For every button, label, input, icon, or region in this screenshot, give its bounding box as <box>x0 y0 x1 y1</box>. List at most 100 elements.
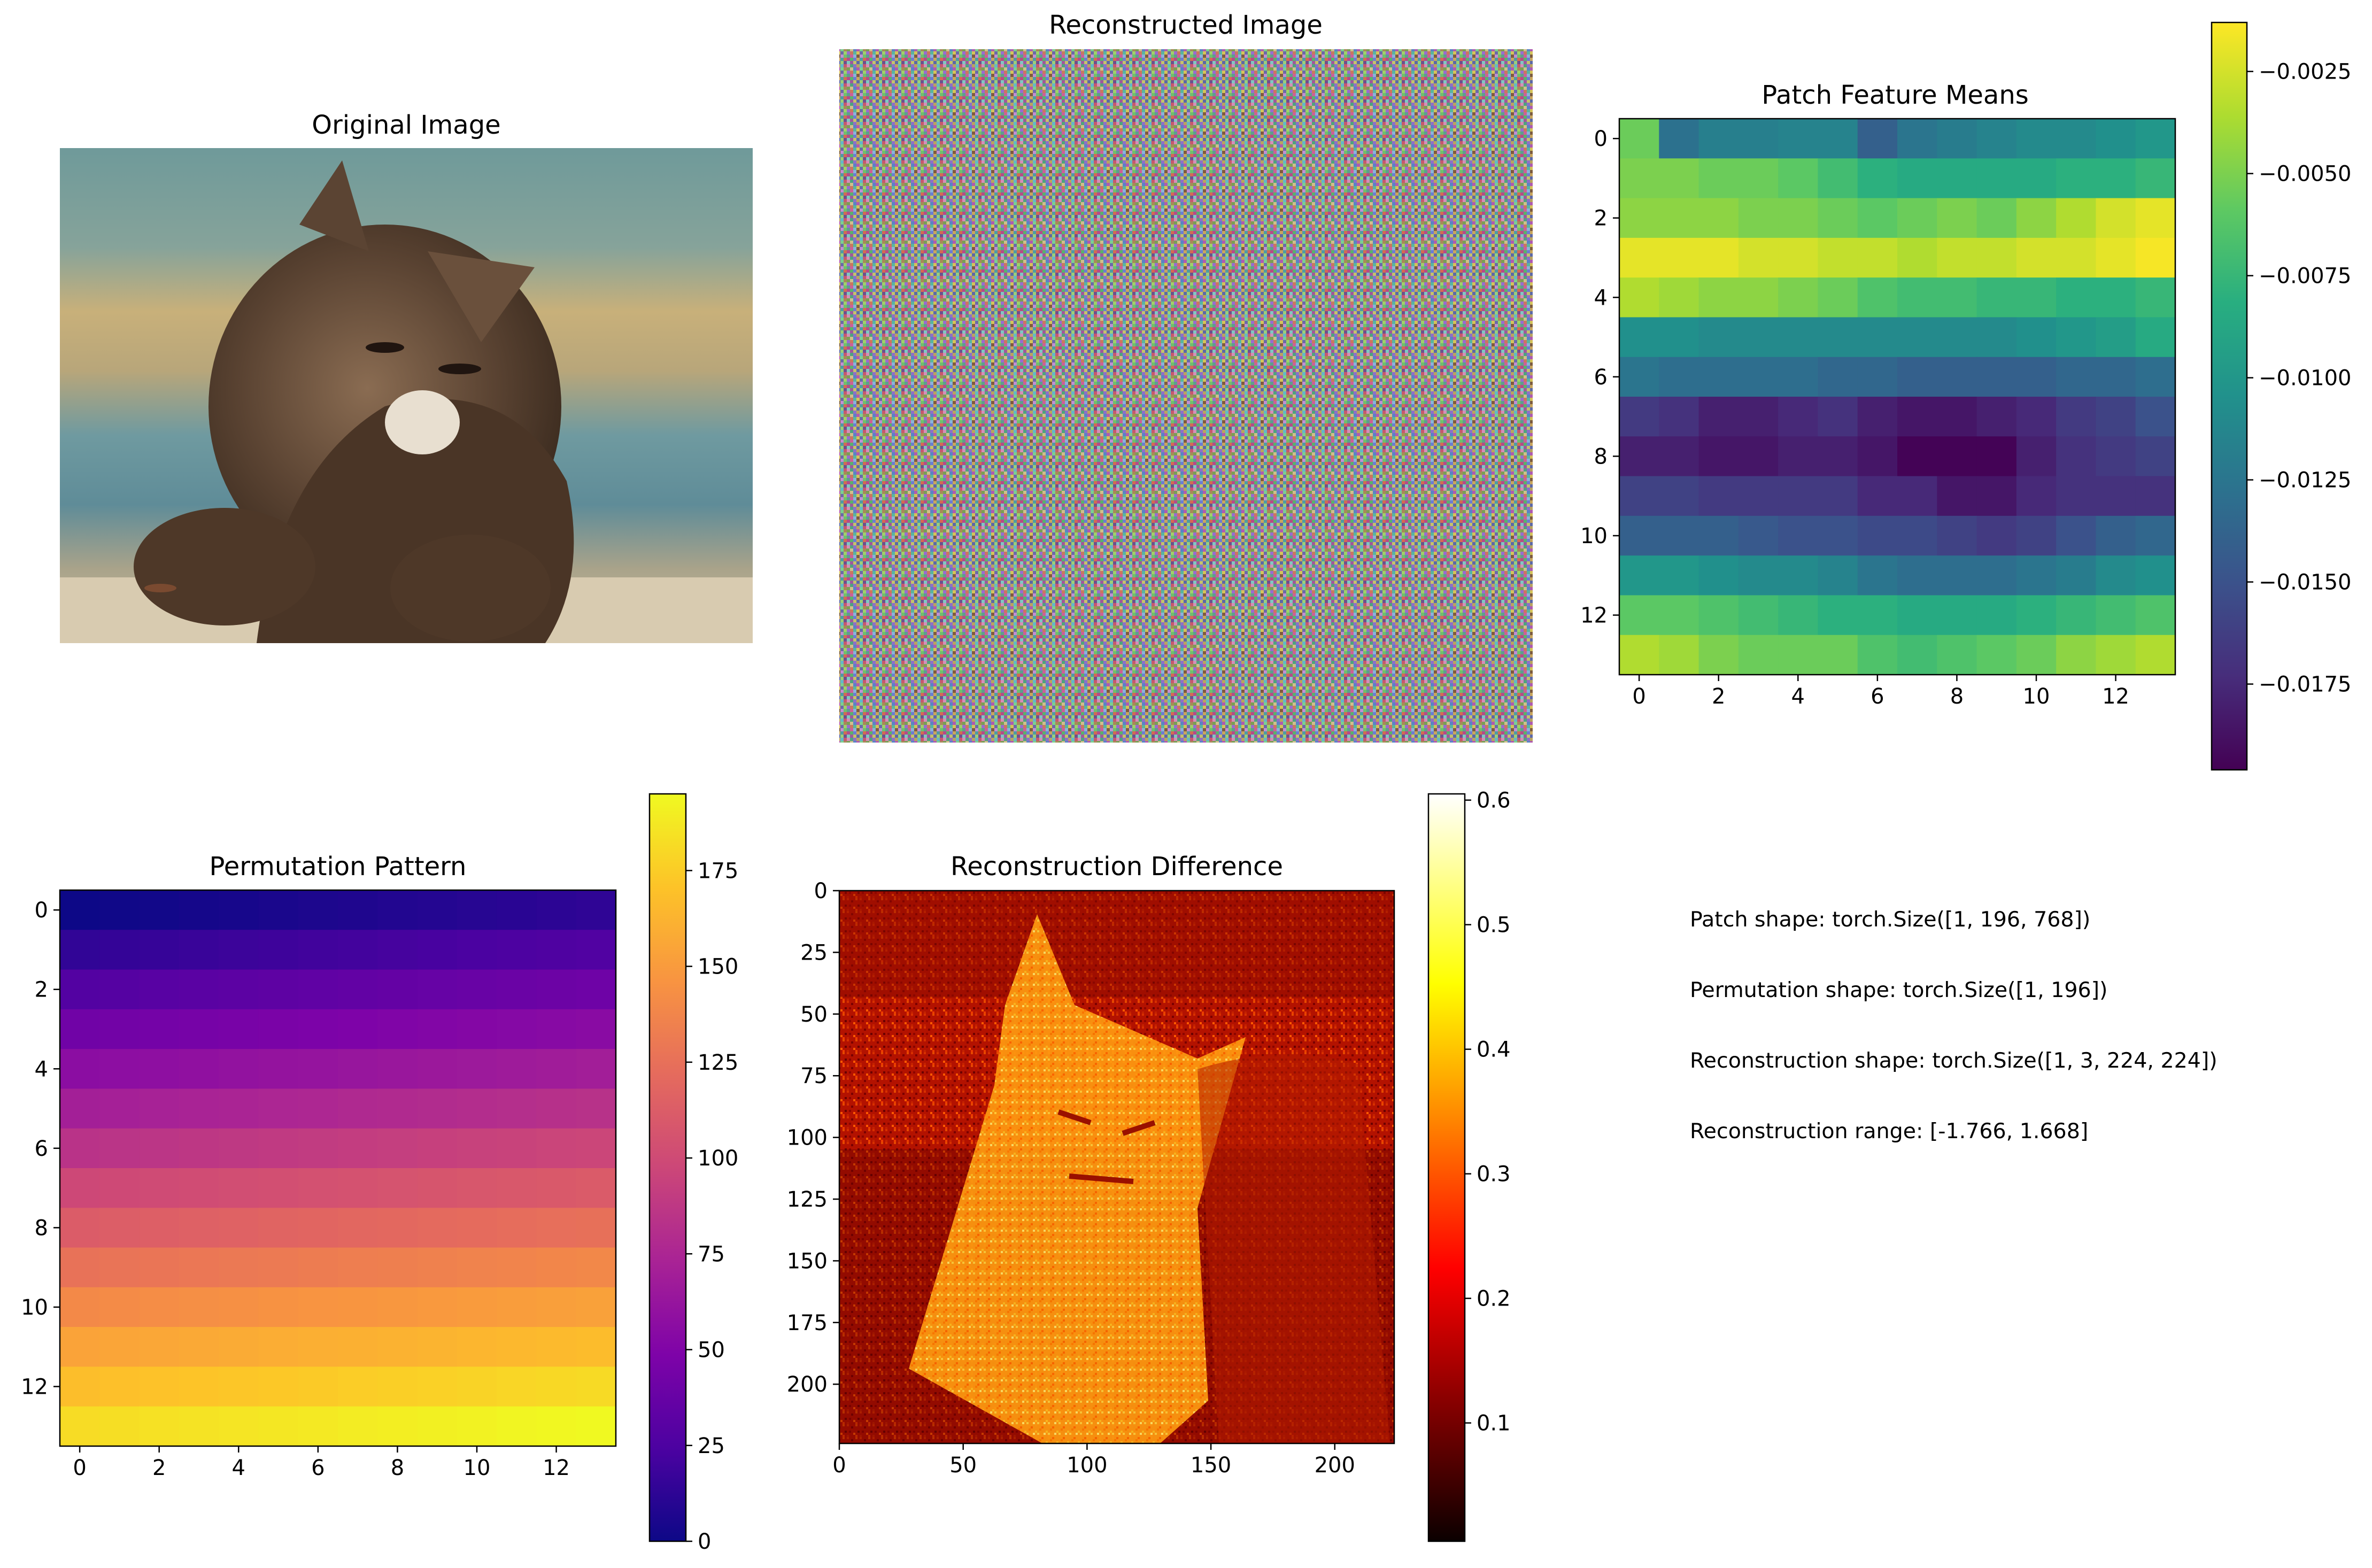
patch-means-cell <box>1738 198 1779 238</box>
reconstructed-image-panel: Reconstructed Image <box>839 10 1533 743</box>
patch-means-cell <box>1897 555 1937 596</box>
permutation-cell <box>576 1208 616 1248</box>
permutation-cell <box>576 1088 616 1129</box>
patch-means-cell <box>1897 198 1937 238</box>
permutation-cell <box>99 969 140 1010</box>
patch-means-cell <box>1698 277 1739 318</box>
patch-means-cell <box>1659 277 1699 318</box>
patch-means-cell <box>2016 397 2057 437</box>
patch-means-cell <box>1976 555 2017 596</box>
patch-means-cell <box>1897 158 1937 199</box>
permutation-cell <box>298 1049 338 1090</box>
permutation-cell <box>377 1327 418 1368</box>
permutation-cell <box>338 1287 378 1327</box>
permutation-cell <box>258 1247 299 1288</box>
patch-means-cell <box>1778 476 1819 516</box>
patch-means-cell <box>2135 595 2176 636</box>
patch-means-cell <box>1976 515 2017 556</box>
permutation-cell <box>576 969 616 1010</box>
patch-means-xtick-label: 0 <box>1632 684 1645 709</box>
permutation-cell <box>338 1247 378 1288</box>
patch-means-cell <box>1818 158 1858 199</box>
patch-means-cell <box>1778 158 1819 199</box>
patch-means-cell <box>2135 476 2176 516</box>
permutation-cell <box>457 1208 497 1248</box>
permutation-cell <box>258 1128 299 1169</box>
patch-means-cell <box>1698 158 1739 199</box>
original-image-title: Original Image <box>312 110 500 140</box>
permutation-cell <box>258 890 299 930</box>
permutation-cell <box>338 1366 378 1407</box>
patch-means-cell <box>1738 119 1779 159</box>
permutation-ytick-label: 0 <box>35 898 48 923</box>
patch-means-x-axis: 0 2 4 6 8 10 12 <box>1632 675 2129 709</box>
permutation-cell <box>417 930 458 970</box>
permutation-cell <box>338 1088 378 1129</box>
patch-means-cell <box>2056 119 2097 159</box>
patch-means-cell <box>1738 595 1779 636</box>
permutation-cell <box>497 1009 537 1049</box>
permutation-cell <box>179 1406 219 1447</box>
patch-means-cell <box>2056 277 2097 318</box>
permutation-cell <box>377 1287 418 1327</box>
permutation-ytick-label: 12 <box>21 1375 48 1400</box>
patch-means-cell <box>1937 476 1977 516</box>
patch-means-cell <box>1778 119 1819 159</box>
patch-means-cell <box>1897 357 1937 397</box>
patch-means-cell <box>1976 476 2017 516</box>
patch-means-cell <box>1857 555 1898 596</box>
permutation-cell <box>219 1366 259 1407</box>
permutation-cell <box>536 1009 577 1049</box>
patch-means-cell <box>1698 237 1739 278</box>
patch-means-cell <box>1698 515 1739 556</box>
patch-means-cell <box>2096 515 2136 556</box>
permutation-cell <box>60 1366 100 1407</box>
patch-means-cell <box>2016 555 2057 596</box>
permutation-cbtick-label: 150 <box>698 955 738 979</box>
permutation-cell <box>536 969 577 1010</box>
difference-ytick-label: 0 <box>814 879 828 903</box>
permutation-cell <box>258 1366 299 1407</box>
patch-means-cell <box>2096 158 2136 199</box>
patch-means-cell <box>1937 635 1977 675</box>
permutation-cell <box>536 1366 577 1407</box>
patch-means-cbtick-label: −0.0025 <box>2259 60 2351 84</box>
permutation-cell <box>60 930 100 970</box>
patch-means-cell <box>2056 158 2097 199</box>
info-line-reconstruction-shape: Reconstruction shape: torch.Size([1, 3, … <box>1690 1048 2218 1073</box>
patch-means-cell <box>2056 436 2097 477</box>
permutation-cell <box>417 1247 458 1288</box>
permutation-cbtick-label: 125 <box>698 1051 738 1075</box>
permutation-cell <box>338 1049 378 1090</box>
patch-means-cbtick-label: −0.0100 <box>2259 366 2351 391</box>
patch-means-cell <box>2096 277 2136 318</box>
permutation-xtick-label: 4 <box>232 1456 245 1480</box>
patch-means-cell <box>1937 595 1977 636</box>
patch-means-cell <box>1659 476 1699 516</box>
permutation-xtick-label: 6 <box>311 1456 324 1480</box>
patch-means-cell <box>1937 317 1977 358</box>
patch-means-cbtick-label: −0.0050 <box>2259 162 2351 187</box>
patch-means-cell <box>1818 237 1858 278</box>
difference-title: Reconstruction Difference <box>951 852 1283 882</box>
patch-means-cell <box>1698 317 1739 358</box>
difference-cbtick-label: 0.5 <box>1477 913 1511 938</box>
permutation-cell <box>536 1168 577 1208</box>
patch-means-cell <box>2016 237 2057 278</box>
permutation-cell <box>139 890 180 930</box>
permutation-cbtick-label: 50 <box>698 1338 725 1363</box>
patch-means-cell <box>1619 555 1659 596</box>
patch-means-cell <box>1659 357 1699 397</box>
patch-means-cell <box>1818 277 1858 318</box>
patch-means-cell <box>1659 237 1699 278</box>
permutation-cell <box>99 1168 140 1208</box>
permutation-cell <box>576 1247 616 1288</box>
patch-means-cbtick-label: −0.0125 <box>2259 468 2351 493</box>
permutation-cell <box>60 890 100 930</box>
patch-means-cell <box>1937 277 1977 318</box>
permutation-cell <box>219 1128 259 1169</box>
patch-feature-means-panel: Patch Feature Means 0 2 4 6 8 10 12 024681012 … <box>1580 21 2351 771</box>
difference-xtick-label: 0 <box>832 1453 846 1478</box>
permutation-cell <box>457 930 497 970</box>
patch-means-cell <box>1857 515 1898 556</box>
